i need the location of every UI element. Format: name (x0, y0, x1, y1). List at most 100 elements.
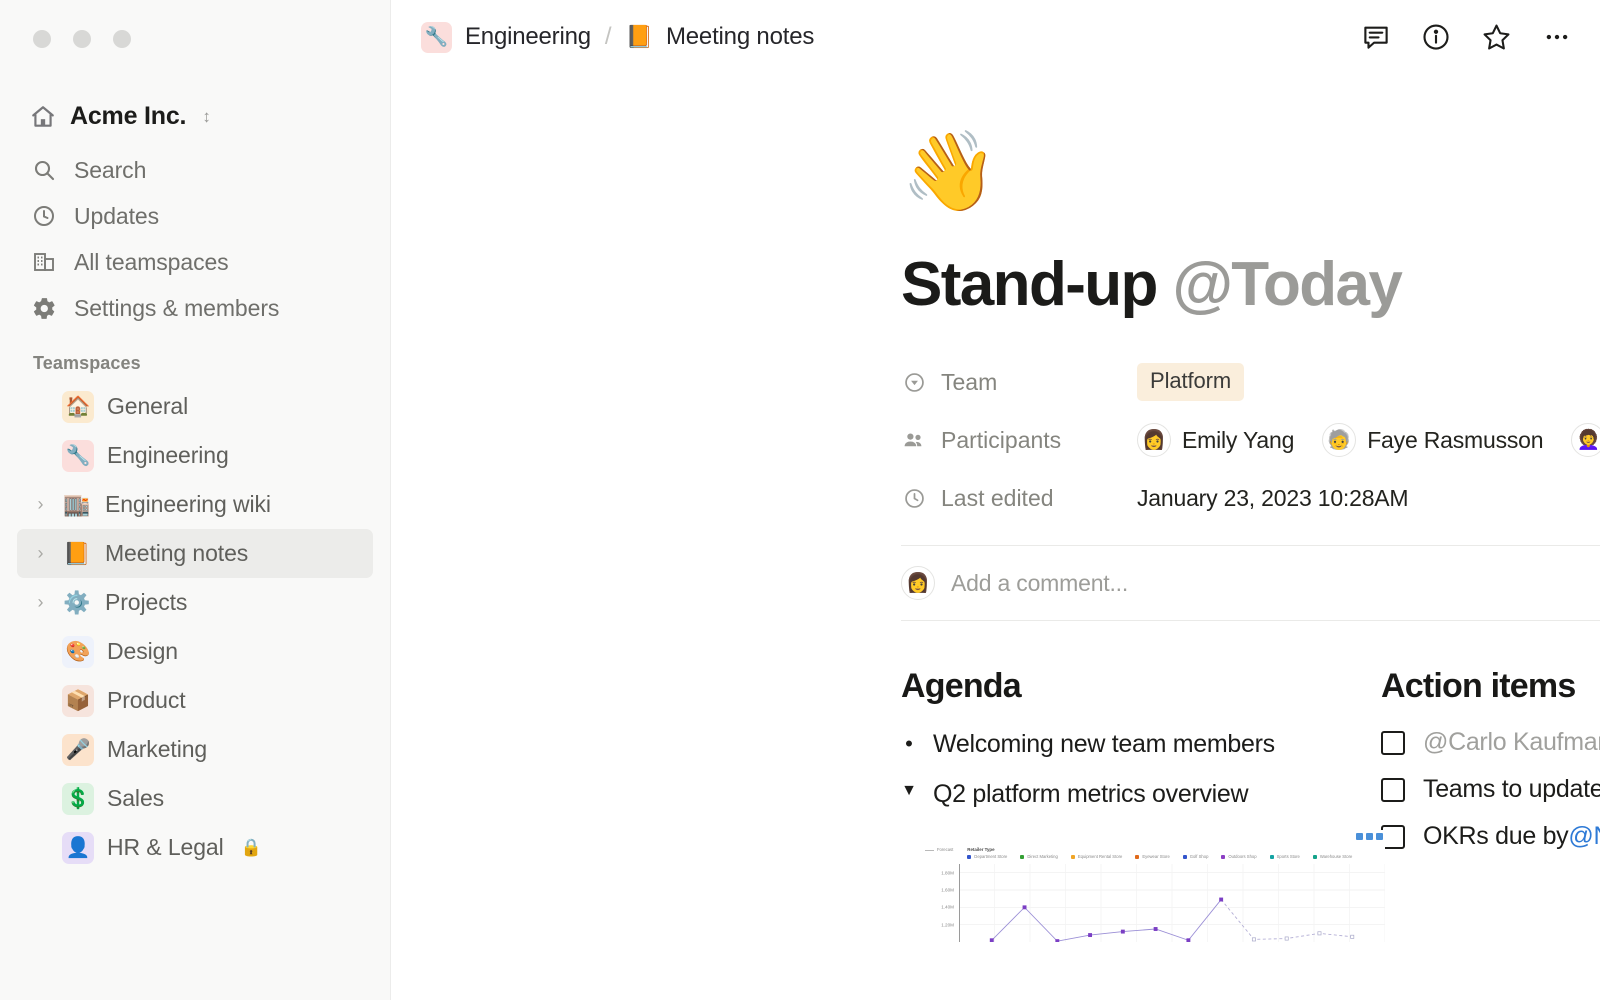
gear-icon (31, 295, 57, 321)
last-edited-timestamp: January 23, 2023 10:28AM (1137, 484, 1409, 511)
breadcrumb: 🔧 Engineering / 📙 Meeting notes (421, 21, 815, 53)
teamspace-icon: 📙 (63, 540, 91, 566)
property-value-participants[interactable]: 👩 Emily Yang 🧓 Faye Rasmusson 👩‍🦱Keisha Four… (1137, 423, 1600, 458)
close-window-button[interactable] (33, 30, 51, 48)
teamspace-icon: 🎤 (62, 733, 94, 766)
list-item[interactable]: @Carlo Kaufmann to share survey (1381, 728, 1600, 757)
participant-name: Emily Yang (1182, 426, 1295, 453)
chart-settings-icon[interactable] (1366, 833, 1373, 841)
property-key-team[interactable]: Team (901, 369, 1137, 396)
page-title[interactable]: Stand-up @Today (901, 252, 1600, 317)
legend-label: Golf Shop (1189, 853, 1209, 859)
checkbox[interactable] (1381, 730, 1405, 755)
checkbox[interactable] (1381, 777, 1405, 802)
legend-label: Outdoors Shop (1228, 853, 1257, 859)
info-icon[interactable] (1421, 22, 1451, 52)
chart-legend-item: Sports Store (1269, 854, 1300, 860)
sidebar-item-settings-members[interactable]: Settings & members (0, 285, 390, 331)
sidebar-item-sales[interactable]: ›💲Sales (17, 774, 373, 823)
property-row-team: Team Platform (901, 353, 1600, 411)
sidebar-item-marketing[interactable]: ›🎤Marketing (17, 725, 373, 774)
sidebar-item-projects[interactable]: › ⚙️ Projects (17, 578, 373, 627)
teamspace-icon: 🏬 (63, 491, 91, 517)
chart-legend-item: Direct Marketing (1020, 854, 1058, 860)
agenda-heading: Agenda (901, 667, 1022, 706)
chart-line-series (959, 864, 1385, 942)
chart-legend-body: Retailer Type Department Store Direct Mar… (967, 847, 1352, 860)
chevron-right-icon[interactable]: › (32, 592, 49, 613)
comment-input-placeholder[interactable]: Add a comment... (951, 570, 1128, 597)
participant[interactable]: 🧓 Faye Rasmusson (1322, 423, 1544, 458)
sidebar-item-design[interactable]: ›🎨Design (17, 627, 373, 676)
participant[interactable]: 👩 Emily Yang (1137, 423, 1295, 458)
chevron-right-icon[interactable]: › (32, 494, 49, 515)
teamspace-icon: 🏠 (62, 390, 94, 423)
chart-toolbar[interactable] (1356, 833, 1383, 841)
sidebar-item-label: General (107, 393, 189, 419)
chart-embed[interactable]: Forecast Retailer Type Department Store D… (925, 830, 1385, 961)
chart-y-axis: 1.80M 1.60M 1.40M 1.20M (925, 864, 959, 942)
sidebar-item-search[interactable]: Search (0, 147, 390, 193)
action-items-column: Action items @Carlo Kaufmann to share su… (1381, 667, 1600, 960)
list-item[interactable]: ▼ Q2 platform metrics overview (901, 778, 1381, 811)
legend-label: Equipment Rental Store (1077, 853, 1123, 859)
bullet-icon: • (905, 731, 913, 757)
property-value-team[interactable]: Platform (1137, 363, 1245, 402)
teamspace-icon: 👤 (62, 831, 94, 864)
breadcrumb-item-engineering[interactable]: 🔧 Engineering (421, 21, 591, 53)
chart-filter-icon[interactable] (1356, 833, 1363, 841)
avatar: 👩 (901, 566, 935, 601)
list-item[interactable]: • Welcoming new team members (901, 728, 1381, 761)
workspace-switcher[interactable]: Acme Inc. ↕ (0, 96, 390, 137)
page-title-mention: @Today (1172, 250, 1402, 319)
status-badge[interactable]: Platform (1137, 363, 1245, 402)
person-mention[interactable]: @Carlo Kaufmann (1423, 728, 1600, 757)
avatar: 👩 (1137, 423, 1171, 458)
search-icon (31, 157, 57, 183)
legend-swatch-icon (1312, 854, 1317, 859)
breadcrumb-item-meeting-notes[interactable]: 📙 Meeting notes (626, 23, 815, 51)
action-item-text: Teams to update (1423, 775, 1600, 804)
chevron-right-icon[interactable]: › (32, 543, 49, 564)
y-axis-tick-label: 1.40M (941, 904, 954, 910)
sidebar-item-label: Search (74, 156, 147, 183)
star-icon[interactable] (1481, 22, 1512, 53)
add-comment-row[interactable]: 👩 Add a comment... (901, 546, 1600, 620)
teamspace-icon: ⚙️ (63, 589, 91, 615)
date-mention[interactable]: @Next Tuesday (1568, 822, 1600, 851)
agenda-item-label: Welcoming new team members (933, 730, 1275, 759)
sidebar-item-product[interactable]: ›📦Product (17, 676, 373, 725)
lock-icon: 🔒 (240, 837, 262, 857)
buildings-icon (31, 249, 57, 275)
action-items-heading: Action items (1381, 667, 1576, 706)
minimize-window-button[interactable] (73, 30, 91, 48)
more-icon[interactable] (1542, 22, 1572, 52)
sidebar-item-engineering-wiki[interactable]: › 🏬 Engineering wiki (17, 480, 373, 529)
agenda-item-label: Q2 platform metrics overview (933, 779, 1249, 808)
chart-expand-icon[interactable] (1376, 833, 1383, 841)
teamspace-icon: 🔧 (62, 439, 94, 472)
sidebar-item-label: Projects (105, 589, 188, 615)
sidebar: Acme Inc. ↕ Search Updates All teamspace… (0, 0, 391, 1000)
chevron-updown-icon: ↕ (202, 107, 211, 126)
comments-icon[interactable] (1361, 22, 1391, 52)
workspace-name: Acme Inc. (70, 102, 187, 130)
sidebar-item-hr-legal[interactable]: ›👤HR & Legal🔒 (17, 823, 373, 872)
property-key-last-edited[interactable]: Last edited (901, 485, 1137, 512)
list-item[interactable]: OKRs due by @Next Tuesday⏰ (1381, 822, 1600, 851)
page-emoji-icon[interactable]: 👋 (901, 132, 1600, 210)
legend-swatch-icon (1135, 854, 1140, 859)
chevron-down-icon[interactable]: ▼ (901, 778, 917, 804)
teamspaces-section-label: Teamspaces (33, 353, 141, 373)
sidebar-item-general[interactable]: ›🏠General (17, 382, 373, 431)
list-item[interactable]: Teams to update🚗Roadmap (1381, 774, 1600, 805)
sidebar-item-all-teamspaces[interactable]: All teamspaces (0, 239, 390, 285)
maximize-window-button[interactable] (113, 30, 131, 48)
sidebar-item-label: Settings & members (74, 294, 280, 321)
sidebar-item-updates[interactable]: Updates (0, 193, 390, 239)
sidebar-item-engineering[interactable]: ›🔧Engineering (17, 431, 373, 480)
participant[interactable]: 👩‍🦱Keisha Fourier (1571, 423, 1600, 458)
property-key-participants[interactable]: Participants (901, 427, 1137, 454)
sidebar-item-meeting-notes[interactable]: › 📙 Meeting notes (17, 529, 373, 578)
page-title-text: Stand-up (901, 250, 1173, 319)
